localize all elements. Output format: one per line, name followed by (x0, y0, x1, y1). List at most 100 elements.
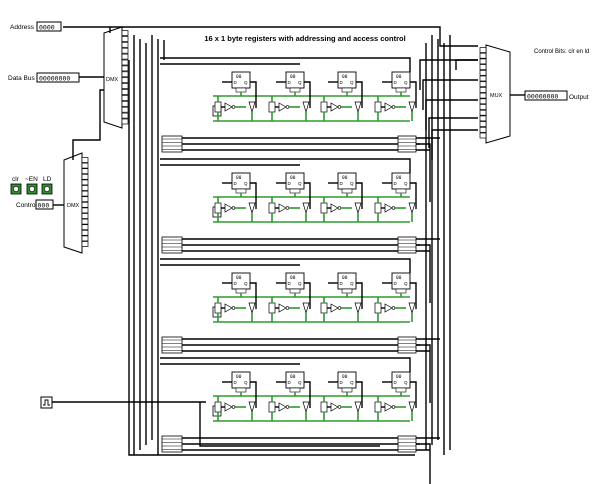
flip-flop-q: Q (404, 380, 408, 385)
pin (479, 58, 487, 65)
flip-flop-clock (341, 387, 353, 393)
pin (479, 104, 487, 110)
flip-flop-clock (235, 387, 247, 393)
flip-flop-value: 00 (236, 374, 242, 380)
flip-flop-q: Q (298, 181, 302, 186)
pin (81, 179, 89, 186)
flip-flop-q: Q (404, 80, 408, 85)
flip-flop-value: 00 (342, 374, 348, 380)
inverter-bubble (337, 306, 342, 310)
input-mux (268, 401, 276, 413)
inverter (384, 102, 393, 112)
pin (81, 201, 89, 208)
data-bus-value: 00000000 (39, 75, 70, 83)
pin (121, 106, 129, 113)
flip-flop-q: Q (298, 380, 302, 385)
pin (479, 121, 487, 127)
flip-flop-value: 00 (396, 374, 402, 380)
flip-flop-value: 00 (236, 175, 242, 181)
en-button[interactable] (26, 183, 38, 195)
row-wire (160, 357, 411, 372)
input-mux (214, 202, 222, 214)
control-value: 000 (38, 202, 50, 210)
flip-flop-clock (395, 387, 407, 393)
control-demux: DMX (63, 152, 83, 254)
inverter-bubble (337, 206, 342, 210)
pin (81, 157, 89, 163)
flip-flop-clock (341, 188, 353, 194)
tristate-buffer (302, 302, 310, 315)
flip-flop-q: Q (244, 80, 248, 85)
flip-flop-q: Q (350, 80, 354, 85)
pin (81, 185, 89, 191)
pin (479, 132, 487, 139)
tristate-buffer (354, 101, 362, 114)
pin (81, 224, 89, 231)
inverter-bubble (391, 206, 396, 210)
input-mux (268, 302, 276, 314)
flip-flop-clock (395, 188, 407, 194)
flip-flop-value: 00 (290, 275, 296, 281)
tristate-buffer (248, 302, 256, 315)
button-label-ld: LD (43, 176, 52, 183)
flip-flop-clock (289, 288, 301, 294)
flip-flop-q: Q (298, 281, 302, 286)
flip-flop-value: 00 (290, 175, 296, 181)
row-out-wire (416, 344, 431, 403)
inverter-bubble (231, 206, 236, 210)
inverter-bubble (337, 405, 342, 409)
inverter (384, 402, 393, 412)
mux-input-wire (455, 59, 478, 70)
flip-flop-q: Q (350, 181, 354, 186)
pin (81, 213, 89, 219)
flip-flop-q: Q (244, 380, 248, 385)
inverter (330, 102, 339, 112)
flip-flop-value: 00 (396, 275, 402, 281)
flip-flop-clock (235, 188, 247, 194)
tristate-buffer (302, 202, 310, 215)
control-demux-pins (81, 157, 89, 247)
output-mux-pins (479, 47, 487, 139)
pin (479, 87, 487, 93)
output-value: 00000000 (527, 93, 558, 101)
ld-button[interactable] (41, 183, 53, 195)
flip-flop-value: 00 (342, 74, 348, 80)
flip-flop-value: 00 (290, 74, 296, 80)
input-mux (374, 202, 382, 214)
circuit-diagram: 16 x 1 byte registers with addressing an… (8, 21, 589, 484)
pin (479, 81, 487, 88)
flip-flop-q: Q (350, 380, 354, 385)
input-mux (214, 101, 222, 113)
row-out-wire (416, 244, 431, 303)
row-wire (160, 57, 411, 72)
inverter-bubble (285, 405, 290, 409)
flip-flop-clock (395, 288, 407, 294)
input-mux (374, 401, 382, 413)
pin (121, 71, 129, 78)
tristate-buffer (408, 401, 416, 414)
address-label: Address (10, 24, 35, 31)
inverter-bubble (391, 306, 396, 310)
register-row: 00D Q00D Q00D Q00D Q (160, 357, 440, 484)
pin (81, 235, 89, 242)
row-wire (160, 258, 411, 273)
pin (81, 173, 89, 180)
inverter-bubble (285, 105, 290, 109)
control-demux-wire (72, 89, 104, 160)
control-label: Control (16, 202, 38, 209)
pin (479, 98, 487, 105)
input-mux (374, 101, 382, 113)
inverter (330, 203, 339, 213)
pin (81, 168, 89, 175)
inverter (278, 303, 287, 313)
inverter (278, 102, 287, 112)
input-mux (320, 401, 328, 413)
clock-input[interactable] (40, 396, 53, 409)
inverter (330, 303, 339, 313)
inverter-bubble (337, 105, 342, 109)
clr-button[interactable] (10, 183, 22, 195)
circuit-title: 16 x 1 byte registers with addressing an… (204, 34, 405, 43)
pin (121, 41, 129, 48)
flip-flop-value: 00 (342, 175, 348, 181)
flip-flop-value: 00 (236, 275, 242, 281)
